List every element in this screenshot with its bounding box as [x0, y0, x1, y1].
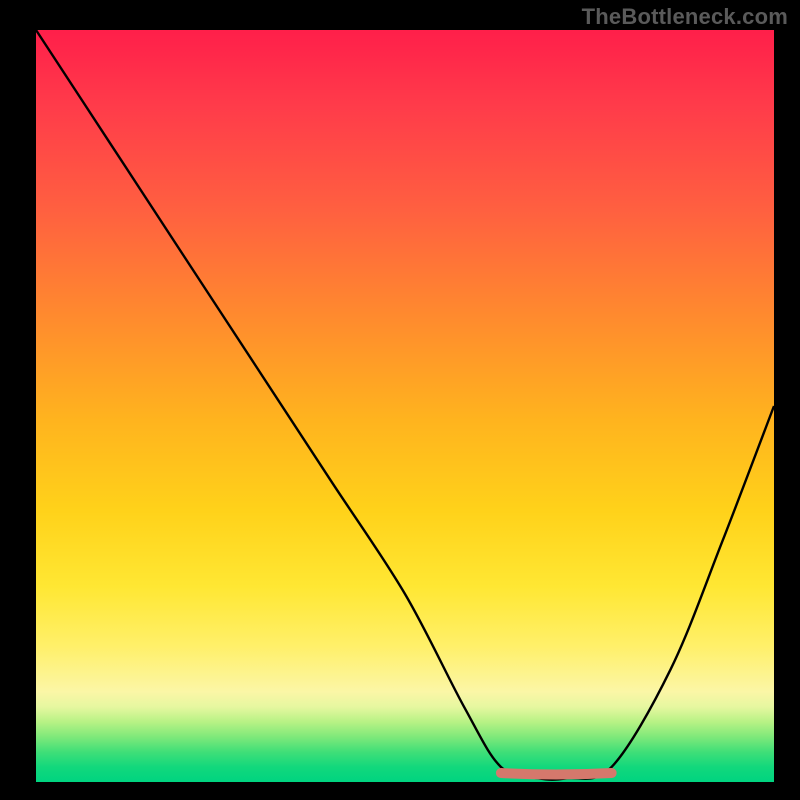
watermark-text: TheBottleneck.com [582, 4, 788, 30]
chart-frame: TheBottleneck.com [0, 0, 800, 800]
optimal-range-marker [501, 773, 612, 775]
bottleneck-curve [36, 30, 774, 780]
plot-area [36, 30, 774, 782]
curve-layer [36, 30, 774, 782]
